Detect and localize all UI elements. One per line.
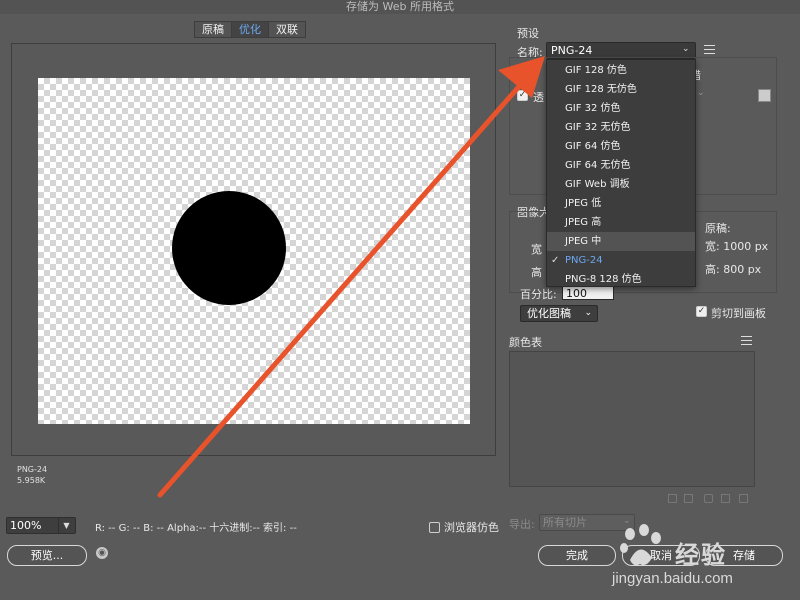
web-snap-icon[interactable] <box>684 494 693 503</box>
dropdown-option[interactable]: GIF 128 无仿色 <box>547 80 695 99</box>
color-table-heading: 颜色表 <box>509 336 542 349</box>
dropdown-option-hovered[interactable]: JPEG 中 <box>547 232 695 251</box>
chevron-down-icon[interactable]: ▼ <box>58 518 74 533</box>
original-width: 宽: 1000 px <box>705 240 769 253</box>
window-title: 存储为 Web 所用格式 <box>346 0 454 13</box>
browser-dither-label: 浏览器仿色 <box>444 521 499 534</box>
matte-color-swatch[interactable] <box>758 89 771 102</box>
zoom-value: 100% <box>10 519 42 532</box>
lock-icon[interactable] <box>704 494 713 503</box>
baidu-paw-logo <box>620 524 661 566</box>
dropdown-option[interactable]: JPEG 高 <box>547 213 695 232</box>
dropdown-option[interactable]: GIF 64 仿色 <box>547 137 695 156</box>
view-tabs: 原稿 优化 双联 <box>194 21 306 38</box>
list-menu-icon[interactable] <box>704 45 715 54</box>
quality-select-value: 优化图稿 <box>527 307 571 320</box>
dropdown-option[interactable]: GIF 32 仿色 <box>547 99 695 118</box>
done-button[interactable]: 完成 <box>538 545 616 566</box>
original-size-label: 原稿: <box>705 222 731 235</box>
dropdown-option[interactable]: GIF 64 无仿色 <box>547 156 695 175</box>
transparency-checkbox[interactable]: ✓ <box>517 90 528 101</box>
clip-to-artboard-label: 剪切到画板 <box>711 307 766 320</box>
checkmark-icon: ✓ <box>551 255 560 266</box>
watermark-brand: 经验 <box>675 541 727 569</box>
preview-button[interactable]: 预览... <box>7 545 87 566</box>
pixel-info-readout: R: -- G: -- B: -- Alpha:-- 十六进制:-- 索引: -… <box>95 523 297 534</box>
preview-file-size: 5.958K <box>17 476 46 485</box>
dropdown-option-selected-label: PNG-24 <box>565 255 603 266</box>
original-height: 高: 800 px <box>705 263 762 276</box>
preview-format: PNG-24 <box>17 465 48 474</box>
export-label: 导出: <box>509 518 535 531</box>
preset-name-value: PNG-24 <box>551 44 593 57</box>
transparency-label: 透 <box>533 91 544 104</box>
chevron-down-icon[interactable]: ⌄ <box>682 44 690 54</box>
tab-original[interactable]: 原稿 <box>195 22 232 37</box>
browser-dither-checkbox[interactable] <box>429 521 440 533</box>
quality-select[interactable]: 优化图稿 ⌄ <box>520 305 598 322</box>
width-label: 宽 <box>531 243 542 256</box>
dropdown-option-selected[interactable]: ✓ PNG-24 <box>547 251 695 270</box>
clip-to-artboard-checkbox[interactable]: ✓ <box>696 306 707 317</box>
preset-heading: 预设 <box>517 27 539 40</box>
new-color-icon[interactable] <box>721 494 730 503</box>
tab-optimized[interactable]: 优化 <box>232 22 269 37</box>
list-menu-icon[interactable] <box>741 336 752 345</box>
preset-dropdown-list[interactable]: GIF 128 仿色 GIF 128 无仿色 GIF 32 仿色 GIF 32 … <box>546 59 696 287</box>
browser-dither-toggle[interactable]: 浏览器仿色 <box>429 519 499 535</box>
black-circle-artwork <box>172 191 286 305</box>
globe-icon[interactable]: ◉ <box>96 547 108 559</box>
dropdown-option[interactable]: GIF Web 调板 <box>547 175 695 194</box>
color-table-grid[interactable] <box>509 351 755 487</box>
height-label: 高 <box>531 266 542 279</box>
dropdown-option[interactable]: PNG-8 128 仿色 <box>547 270 695 289</box>
tab-2up[interactable]: 双联 <box>269 22 305 37</box>
dropdown-option[interactable]: JPEG 低 <box>547 194 695 213</box>
chevron-down-icon: ⌄ <box>584 308 592 318</box>
map-color-icon[interactable] <box>668 494 677 503</box>
dropdown-option[interactable]: GIF 32 无仿色 <box>547 118 695 137</box>
trash-icon[interactable] <box>739 494 748 503</box>
watermark-url: jingyan.baidu.com <box>612 570 733 587</box>
matte-select[interactable]: ⌄ <box>697 88 753 104</box>
dropdown-option[interactable]: GIF 128 仿色 <box>547 61 695 80</box>
